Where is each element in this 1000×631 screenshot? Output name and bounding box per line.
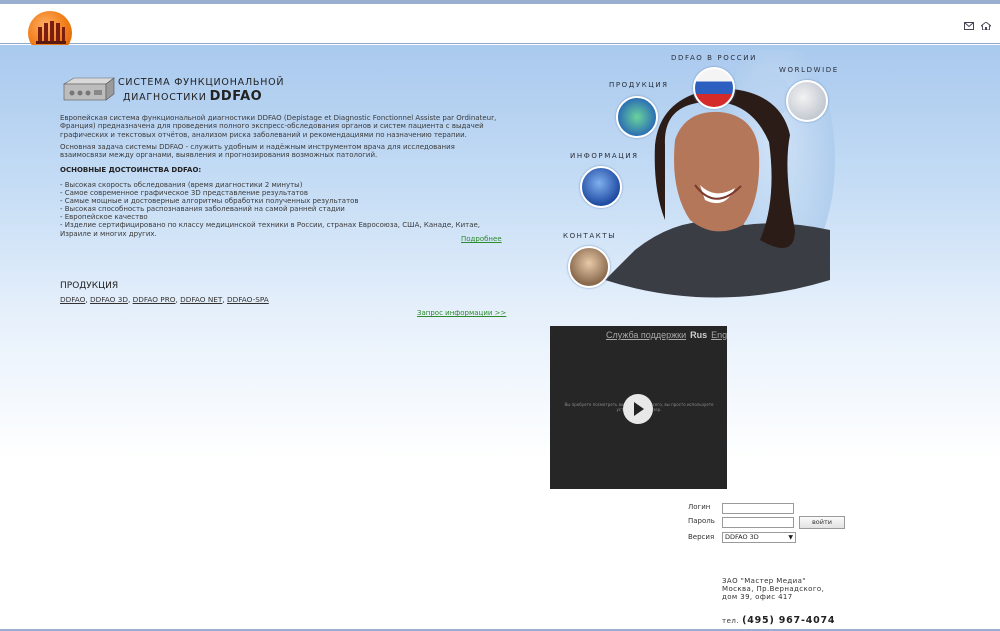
lang-en-link[interactable]: Eng bbox=[711, 330, 727, 340]
products-heading: ПРОДУКЦИЯ bbox=[60, 281, 119, 291]
advantage-item: - Самое современное графическое 3D предс… bbox=[60, 189, 308, 198]
advantages-list: - Высокая скорость обследования (время д… bbox=[60, 181, 500, 238]
nav-worldwide-label[interactable]: WORLDWIDE bbox=[779, 66, 839, 74]
login-input[interactable] bbox=[722, 503, 794, 514]
version-label: Версия bbox=[688, 533, 715, 541]
advantage-item: - Европейское качество bbox=[60, 213, 148, 222]
content-band bbox=[0, 45, 1000, 460]
system-title-line1: СИСТЕМА ФУНКЦИОНАЛЬНОЙ bbox=[118, 77, 285, 88]
product-link-ddfao-3d[interactable]: DDFAO 3D bbox=[90, 295, 128, 304]
ddfao-device-image bbox=[62, 77, 115, 101]
version-selected-value: DDFAO 3D bbox=[725, 533, 759, 541]
advantage-item: - Самые мощные и достоверные алгоритмы о… bbox=[60, 197, 359, 206]
advantage-item: - Изделие сертифицировано по классу меди… bbox=[60, 221, 481, 238]
company-name: ЗАО "Мастер Медиа" bbox=[722, 577, 806, 585]
play-icon[interactable] bbox=[623, 394, 653, 424]
system-title-word: ДИАГНОСТИКИ bbox=[123, 92, 207, 103]
password-input[interactable] bbox=[722, 517, 794, 528]
system-title-brand: DDFAO bbox=[209, 89, 263, 104]
nav-contacts-label[interactable]: КОНТАКТЫ bbox=[563, 232, 616, 240]
login-label: Логин bbox=[688, 503, 711, 511]
nav-products-label[interactable]: ПРОДУКЦИЯ bbox=[609, 81, 669, 89]
advantage-item: - Высокая способность распознавания забо… bbox=[60, 205, 345, 214]
dropdown-arrow-icon: ▼ bbox=[788, 534, 793, 541]
intro-text: Европейская система функциональной диагн… bbox=[60, 114, 497, 139]
product-link-ddfao-pro[interactable]: DDFAO PRO bbox=[133, 295, 176, 304]
lang-ru-link[interactable]: Rus bbox=[690, 330, 707, 340]
version-select[interactable]: DDFAO 3D ▼ bbox=[722, 532, 796, 543]
product-link-ddfao-spa[interactable]: DDFAO-SPA bbox=[227, 295, 269, 304]
footer-phone: тел. (495) 967-4074 bbox=[722, 615, 835, 626]
globe-icon[interactable] bbox=[786, 80, 828, 122]
advantage-item: - Высокая скорость обследования (время д… bbox=[60, 181, 303, 189]
login-submit-button[interactable]: войти bbox=[799, 516, 845, 529]
more-link[interactable]: Подробнее bbox=[461, 235, 502, 243]
video-toolbar: Служба поддержки Rus Eng bbox=[606, 330, 727, 340]
footer-address: ЗАО "Мастер Медиа" Москва, Пр.Вернадског… bbox=[722, 577, 824, 601]
phone-number: (495) 967-4074 bbox=[742, 615, 836, 626]
system-title-line2: ДИАГНОСТИКИ DDFAO bbox=[123, 89, 262, 104]
video-player[interactable]: Служба поддержки Rus Eng Вы пробуете посмо… bbox=[550, 326, 727, 489]
address-line1: Москва, Пр.Вернадского, bbox=[722, 585, 825, 593]
russia-flag-icon[interactable] bbox=[693, 67, 735, 109]
password-label: Пароль bbox=[688, 517, 715, 525]
products-icon[interactable] bbox=[616, 96, 658, 138]
advantages-heading: ОСНОВНЫЕ ДОСТОИНСТВА DDFAO: bbox=[60, 166, 202, 174]
info-icon[interactable] bbox=[580, 166, 622, 208]
support-link[interactable]: Служба поддержки bbox=[606, 330, 686, 340]
home-icon[interactable] bbox=[981, 22, 991, 30]
products-links: DDFAO, DDFAO 3D, DDFAO PRO, DDFAO NET, D… bbox=[60, 295, 269, 304]
contacts-icon[interactable] bbox=[568, 246, 610, 288]
header bbox=[0, 4, 1000, 55]
nav-russia-label[interactable]: DDFAO В РОССИИ bbox=[671, 54, 757, 62]
nav-info-label[interactable]: ИНФОРМАЦИЯ bbox=[570, 152, 639, 160]
product-link-ddfao-net[interactable]: DDFAO NET bbox=[180, 295, 222, 304]
address-line2: дом 39, офис 417 bbox=[722, 593, 793, 601]
product-link-ddfao[interactable]: DDFAO bbox=[60, 295, 85, 304]
task-text: Основная задача системы DDFAO - служить … bbox=[60, 143, 455, 160]
phone-label: тел. bbox=[722, 617, 740, 625]
request-info-link[interactable]: Запрос информации >> bbox=[417, 309, 506, 317]
mail-icon[interactable] bbox=[964, 22, 974, 30]
